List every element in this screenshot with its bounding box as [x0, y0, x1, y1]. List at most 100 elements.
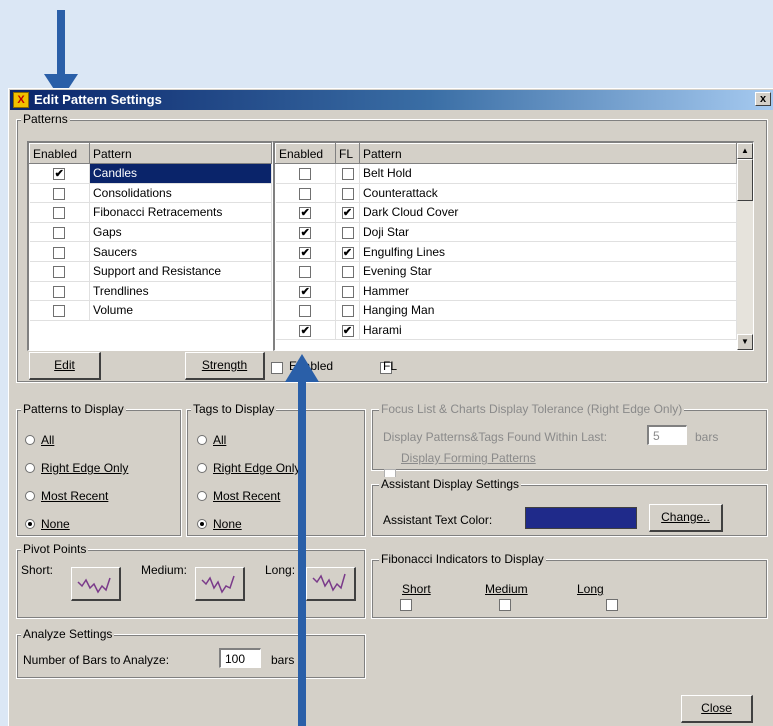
table-row[interactable]: Consolidations — [29, 183, 272, 204]
found-within-input[interactable]: 5 — [647, 425, 687, 445]
candle-pattern-list: Enabled FL Pattern Belt Hold Counterattac… — [273, 141, 754, 351]
radio-right-edge-only[interactable] — [25, 463, 35, 473]
col-enabled[interactable]: Enabled — [275, 143, 336, 164]
pattern-name: Gaps — [89, 222, 272, 243]
radio-most-recent[interactable] — [25, 491, 35, 501]
enabled-checkbox[interactable]: ✔ — [299, 207, 312, 220]
assistant-settings-label: Assistant Display Settings — [379, 477, 522, 491]
pattern-name: Consolidations — [89, 183, 272, 204]
col-fl[interactable]: FL — [335, 143, 360, 164]
pattern-name: Engulfing Lines — [359, 241, 737, 262]
assistant-text-color-label: Assistant Text Color: — [383, 513, 493, 527]
scroll-up-icon[interactable]: ▲ — [737, 143, 753, 159]
fl-checkbox[interactable] — [341, 226, 354, 239]
table-row[interactable]: ✔ Hammer — [275, 281, 737, 302]
enabled-checkbox[interactable] — [271, 361, 283, 374]
vertical-scrollbar[interactable]: ▲ ▼ — [737, 143, 753, 350]
enabled-checkbox[interactable]: ✔ — [299, 246, 312, 259]
pattern-name: Volume — [89, 300, 272, 321]
table-row[interactable]: Trendlines — [29, 281, 272, 302]
enabled-checkbox[interactable] — [53, 187, 66, 200]
enabled-checkbox[interactable] — [299, 266, 312, 279]
strength-button[interactable]: Strength — [185, 352, 265, 380]
col-pattern[interactable]: Pattern — [89, 143, 272, 164]
radio-label: Right Edge Only — [213, 461, 301, 475]
radio-right-edge-only[interactable] — [197, 463, 207, 473]
radio-none[interactable] — [25, 519, 35, 529]
table-row[interactable]: Belt Hold — [275, 163, 737, 184]
enabled-checkbox[interactable] — [53, 246, 66, 259]
enabled-cell — [275, 183, 336, 204]
radio-none[interactable] — [197, 519, 207, 529]
enabled-checkbox[interactable]: ✔ — [299, 285, 312, 298]
fib-short-checkbox[interactable] — [400, 598, 413, 611]
table-row[interactable]: Saucers — [29, 241, 272, 262]
change-color-button[interactable]: Change.. — [649, 504, 723, 532]
found-within-unit: bars — [695, 430, 719, 444]
enabled-checkbox[interactable] — [53, 207, 66, 220]
table-row[interactable]: Gaps — [29, 222, 272, 243]
fl-checkbox[interactable] — [341, 285, 354, 298]
scroll-down-icon[interactable]: ▼ — [737, 334, 753, 350]
col-pattern[interactable]: Pattern — [359, 143, 737, 164]
assistant-color-swatch — [525, 507, 637, 529]
enabled-checkbox[interactable]: ✔ — [299, 324, 312, 337]
table-row[interactable]: ✔ ✔ Dark Cloud Cover — [275, 202, 737, 223]
fib-long-label: Long — [577, 582, 604, 596]
enabled-cell — [29, 300, 90, 321]
enabled-checkbox[interactable] — [53, 266, 66, 279]
enabled-checkbox[interactable]: ✔ — [53, 168, 66, 181]
radio-label: Most Recent — [213, 489, 281, 503]
enabled-checkbox[interactable] — [299, 168, 312, 181]
enabled-checkbox[interactable] — [53, 226, 66, 239]
radio-most-recent[interactable] — [197, 491, 207, 501]
pivot-chart-icon — [312, 573, 346, 592]
radio-all[interactable] — [25, 435, 35, 445]
pivot-medium-button[interactable] — [195, 567, 245, 601]
enabled-cell: ✔ — [275, 241, 336, 262]
table-row[interactable]: Counterattack — [275, 183, 737, 204]
table-row[interactable]: ✔ ✔ Harami — [275, 320, 737, 341]
close-button[interactable]: Close — [681, 695, 753, 723]
fl-checkbox[interactable] — [341, 168, 354, 181]
enabled-checkbox[interactable] — [53, 305, 66, 318]
radio-all[interactable] — [197, 435, 207, 445]
table-row[interactable]: ✔ Candles — [29, 163, 272, 184]
fl-checkbox[interactable]: ✔ — [341, 324, 354, 337]
bars-to-analyze-unit: bars — [271, 653, 295, 667]
fl-checkbox[interactable] — [341, 266, 354, 279]
radio-label: None — [41, 517, 70, 531]
pivot-short-button[interactable] — [71, 567, 121, 601]
fl-cell: ✔ — [335, 202, 360, 223]
edit-button[interactable]: Edit — [29, 352, 101, 380]
table-row[interactable]: ✔ Doji Star — [275, 222, 737, 243]
enabled-checkbox[interactable] — [53, 285, 66, 298]
table-row[interactable]: Volume — [29, 300, 272, 321]
col-enabled[interactable]: Enabled — [29, 143, 90, 164]
table-row[interactable]: Evening Star — [275, 261, 737, 282]
pivot-chart-icon — [77, 577, 111, 594]
fl-checkbox[interactable]: ✔ — [341, 207, 354, 220]
pivot-long-button[interactable] — [306, 567, 356, 601]
fib-long-checkbox[interactable] — [606, 598, 619, 611]
scroll-thumb[interactable] — [737, 159, 753, 201]
pivot-chart-icon — [201, 575, 235, 594]
table-row[interactable]: ✔ ✔ Engulfing Lines — [275, 241, 737, 262]
table-row[interactable]: Hanging Man — [275, 300, 737, 321]
fib-medium-checkbox[interactable] — [498, 598, 511, 611]
radio-label: None — [213, 517, 242, 531]
display-found-within-label: Display Patterns&Tags Found Within Last: — [383, 430, 608, 444]
table-row[interactable]: Support and Resistance — [29, 261, 272, 282]
fl-checkbox[interactable]: ✔ — [341, 246, 354, 259]
pattern-name: Evening Star — [359, 261, 737, 282]
enabled-checkbox[interactable] — [299, 305, 312, 318]
close-icon[interactable]: x — [755, 92, 771, 106]
enabled-checkbox[interactable]: ✔ — [299, 226, 312, 239]
table-row[interactable]: Fibonacci Retracements — [29, 202, 272, 223]
pivot-medium-label: Medium: — [141, 563, 188, 577]
bars-to-analyze-input[interactable]: 100 — [219, 648, 261, 668]
enabled-cell — [275, 300, 336, 321]
fl-checkbox[interactable] — [341, 305, 354, 318]
fl-checkbox[interactable] — [341, 187, 354, 200]
enabled-checkbox[interactable] — [299, 187, 312, 200]
